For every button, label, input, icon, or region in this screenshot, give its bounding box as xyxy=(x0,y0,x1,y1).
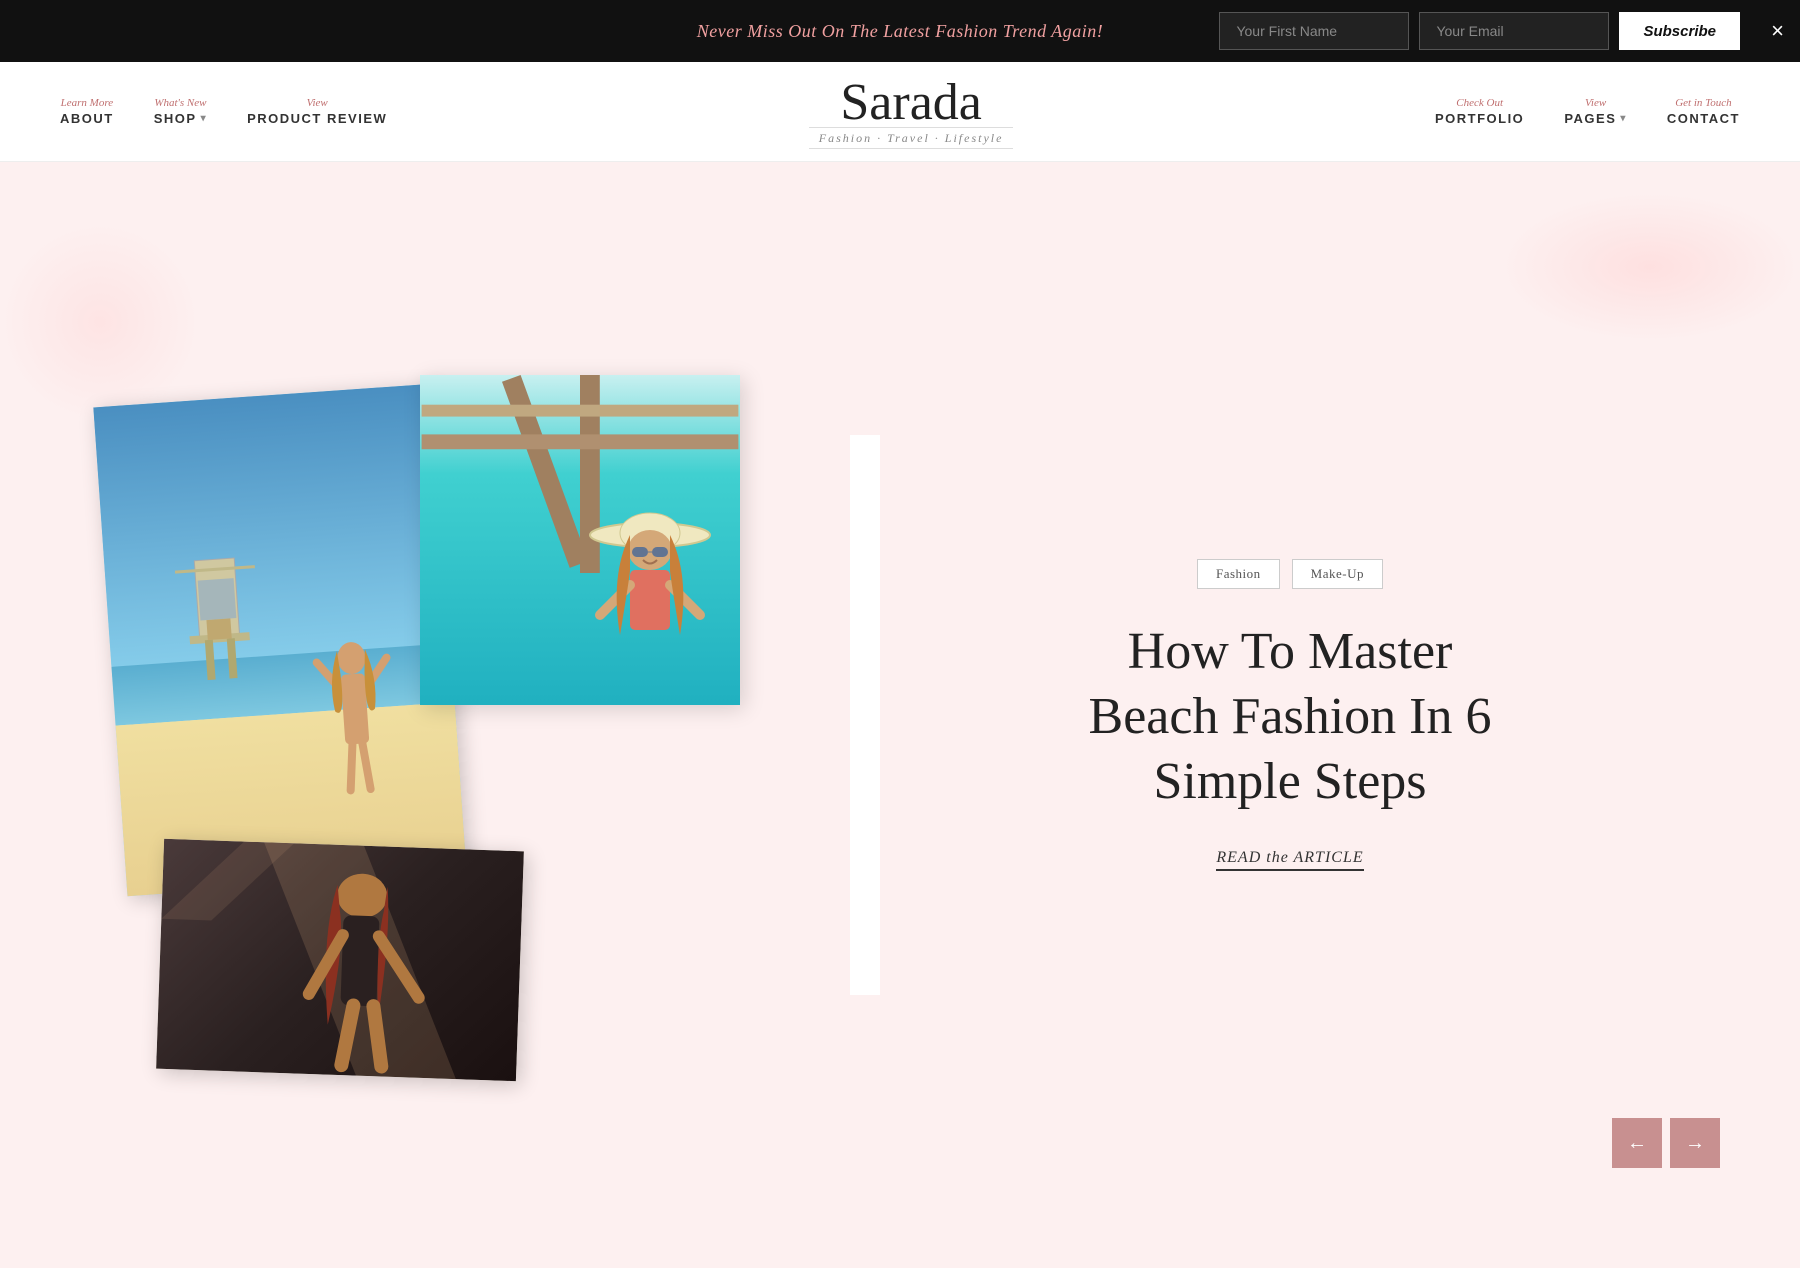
person-arms-up-icon xyxy=(310,637,401,802)
article-tags: Fashion Make-Up xyxy=(1197,559,1383,589)
carousel-nav-arrows: ← → xyxy=(1612,1118,1720,1168)
logo-tagline: Fashion · Travel · Lifestyle xyxy=(809,127,1014,149)
hero-section: Fashion Make-Up How To Master Beach Fash… xyxy=(100,375,1700,1055)
beach-sky xyxy=(93,384,451,677)
chevron-down-icon: ▾ xyxy=(201,113,208,124)
nav-label-portfolio: PORTFOLIO xyxy=(1435,111,1524,126)
tag-makeup[interactable]: Make-Up xyxy=(1292,559,1383,589)
nav-hint-product-review: View xyxy=(247,97,387,109)
email-input[interactable] xyxy=(1419,12,1609,50)
beach-scene-bg xyxy=(93,384,466,897)
nav-left: Learn More ABOUT What's New SHOP ▾ View … xyxy=(60,97,387,126)
black-swimsuit-photo xyxy=(156,839,524,1081)
turquoise-water-bg xyxy=(420,375,740,705)
subscribe-button[interactable]: Subscribe xyxy=(1619,12,1740,50)
nav-item-about[interactable]: Learn More ABOUT xyxy=(60,97,114,126)
tag-fashion[interactable]: Fashion xyxy=(1197,559,1280,589)
nav-label-pages: PAGES ▾ xyxy=(1564,111,1627,126)
nav-label-product-review: PRODUCT REVIEW xyxy=(247,111,387,126)
logo-text: Sarada xyxy=(809,77,1014,129)
read-article-link[interactable]: READ the ARTICLE xyxy=(1216,849,1363,871)
nav-item-shop[interactable]: What's New SHOP ▾ xyxy=(154,97,207,126)
nav-right: Check Out PORTFOLIO View PAGES ▾ Get in … xyxy=(1435,97,1740,126)
site-logo[interactable]: Sarada Fashion · Travel · Lifestyle xyxy=(809,77,1014,147)
lifeguard-tower-icon xyxy=(162,516,273,683)
woman-hat-icon xyxy=(580,495,720,695)
nav-item-portfolio[interactable]: Check Out PORTFOLIO xyxy=(1435,97,1524,126)
nav-item-pages[interactable]: View PAGES ▾ xyxy=(1564,97,1627,126)
white-divider-panel xyxy=(850,435,880,995)
next-arrow-button[interactable]: → xyxy=(1670,1118,1720,1168)
main-content: Fashion Make-Up How To Master Beach Fash… xyxy=(0,162,1800,1268)
nav-label-shop: SHOP ▾ xyxy=(154,111,207,126)
beach-photo-main xyxy=(93,384,466,897)
nav-label-about: ABOUT xyxy=(60,111,114,126)
prev-arrow-button[interactable]: ← xyxy=(1612,1118,1662,1168)
turquoise-water-photo xyxy=(420,375,740,705)
banner-form: Subscribe xyxy=(1219,12,1740,50)
article-title: How To Master Beach Fashion In 6 Simple … xyxy=(1080,619,1500,814)
nav-hint-pages: View xyxy=(1564,97,1627,109)
nav-hint-about: Learn More xyxy=(60,97,114,109)
main-nav: Learn More ABOUT What's New SHOP ▾ View … xyxy=(0,62,1800,162)
first-name-input[interactable] xyxy=(1219,12,1409,50)
article-info: Fashion Make-Up How To Master Beach Fash… xyxy=(880,519,1700,911)
nav-item-contact[interactable]: Get in Touch CONTACT xyxy=(1667,97,1740,126)
chevron-down-icon: ▾ xyxy=(1620,113,1627,124)
nav-label-contact: CONTACT xyxy=(1667,111,1740,126)
photo-collage xyxy=(100,375,850,1055)
close-banner-button[interactable]: × xyxy=(1771,20,1784,42)
dark-bg xyxy=(156,839,524,1081)
bg-decoration-right xyxy=(1500,192,1800,342)
nav-item-product-review[interactable]: View PRODUCT REVIEW xyxy=(247,97,387,126)
nav-hint-contact: Get in Touch xyxy=(1667,97,1740,109)
nav-hint-shop: What's New xyxy=(154,97,207,109)
shadow-pattern xyxy=(156,839,524,1081)
nav-hint-portfolio: Check Out xyxy=(1435,97,1524,109)
top-banner: Never Miss Out On The Latest Fashion Tre… xyxy=(0,0,1800,62)
